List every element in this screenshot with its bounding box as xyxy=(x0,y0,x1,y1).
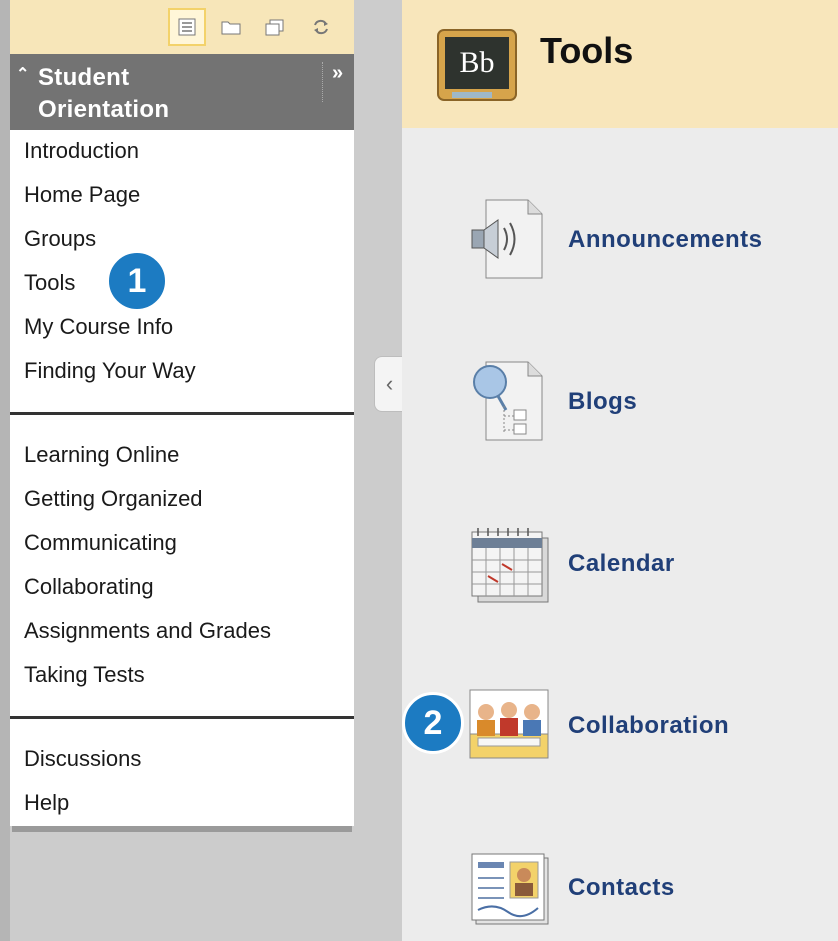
menu-item-groups[interactable]: Groups xyxy=(24,226,96,252)
tool-label-blogs[interactable]: Blogs xyxy=(568,388,637,416)
course-title-line1: Student xyxy=(38,64,130,91)
course-menu-header: ⌃ Student Orientation » xyxy=(10,54,354,130)
menu-toolbar xyxy=(10,0,354,54)
menu-item-home-page[interactable]: Home Page xyxy=(24,182,140,208)
tool-label-contacts[interactable]: Contacts xyxy=(568,874,675,902)
blackboard-logo: Bb xyxy=(437,29,517,101)
course-title[interactable]: Student Orientation xyxy=(38,62,169,126)
tool-row-announcements[interactable]: Announcements xyxy=(402,192,838,292)
course-menu: Introduction Home Page Groups Tools My C… xyxy=(10,130,354,826)
folder-view-icon xyxy=(221,21,241,35)
list-view-icon xyxy=(178,18,196,36)
header-divider xyxy=(322,62,323,102)
content-area: Bb Tools Announcements Blogs Calendar Co… xyxy=(402,0,838,941)
refresh-button[interactable] xyxy=(302,8,340,46)
list-view-button[interactable] xyxy=(168,8,206,46)
collaboration-icon[interactable] xyxy=(468,688,550,760)
tool-label-collaboration[interactable]: Collaboration xyxy=(568,712,729,740)
content-header: Bb Tools xyxy=(402,0,838,128)
menu-item-learning-online[interactable]: Learning Online xyxy=(24,442,179,468)
menu-item-communicating[interactable]: Communicating xyxy=(24,530,177,556)
contacts-icon[interactable] xyxy=(464,848,554,940)
menu-item-finding-your-way[interactable]: Finding Your Way xyxy=(24,358,196,384)
menu-item-assignments-and-grades[interactable]: Assignments and Grades xyxy=(24,618,271,644)
chevron-left-icon: ‹ xyxy=(385,371,394,396)
pane-border xyxy=(0,0,10,941)
menu-item-my-course-info[interactable]: My Course Info xyxy=(24,314,173,340)
menu-item-help[interactable]: Help xyxy=(24,790,69,816)
course-title-line2: Orientation xyxy=(38,96,170,123)
callout-1: 1 xyxy=(106,250,168,312)
callout-2: 2 xyxy=(402,692,464,754)
menu-divider xyxy=(10,412,354,415)
menu-shadow xyxy=(12,826,352,832)
tool-label-announcements[interactable]: Announcements xyxy=(568,226,763,254)
expand-menu-icon[interactable]: » xyxy=(332,62,343,85)
menu-divider xyxy=(10,716,354,719)
menu-item-discussions[interactable]: Discussions xyxy=(24,746,141,772)
page-title: Tools xyxy=(540,30,634,71)
course-menu-pane: ⌃ Student Orientation » Introduction Hom… xyxy=(0,0,402,941)
collapse-menu-tab[interactable]: ‹ xyxy=(374,356,404,412)
menu-item-getting-organized[interactable]: Getting Organized xyxy=(24,486,203,512)
window-view-icon xyxy=(265,19,284,36)
collapse-menu-icon[interactable]: ⌃ xyxy=(16,64,29,84)
announcements-icon[interactable] xyxy=(464,192,554,284)
tool-row-contacts[interactable]: Contacts xyxy=(402,840,838,940)
refresh-icon xyxy=(314,19,328,35)
tool-row-collaboration[interactable]: Collaboration xyxy=(402,678,838,778)
tool-row-calendar[interactable]: Calendar xyxy=(402,516,838,616)
menu-item-collaborating[interactable]: Collaborating xyxy=(24,574,154,600)
menu-item-taking-tests[interactable]: Taking Tests xyxy=(24,662,145,688)
logo-text: Bb xyxy=(459,46,494,79)
blogs-icon[interactable] xyxy=(464,354,554,446)
tool-row-blogs[interactable]: Blogs xyxy=(402,354,838,454)
window-view-button[interactable] xyxy=(256,8,294,46)
folder-view-button[interactable] xyxy=(212,8,250,46)
menu-item-introduction[interactable]: Introduction xyxy=(24,138,139,164)
calendar-icon[interactable] xyxy=(464,524,554,616)
tool-label-calendar[interactable]: Calendar xyxy=(568,550,675,578)
menu-item-tools[interactable]: Tools xyxy=(24,270,75,296)
